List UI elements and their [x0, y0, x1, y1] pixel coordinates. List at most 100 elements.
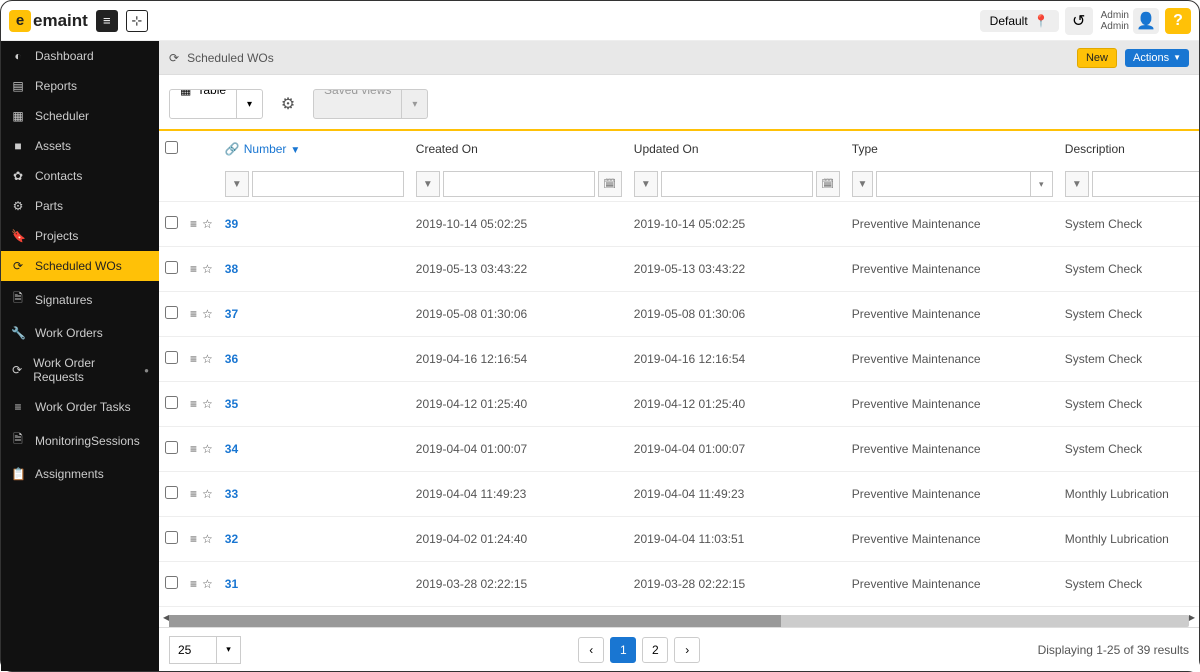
user-menu-button[interactable]: 👤: [1133, 8, 1159, 34]
row-number-link[interactable]: 32: [225, 532, 238, 546]
table-container[interactable]: 🔗Number▼ Created On Updated On Type Desc…: [159, 131, 1199, 615]
list-icon[interactable]: ≡: [190, 352, 197, 366]
menu-icon[interactable]: ≡: [96, 10, 118, 32]
col-number[interactable]: 🔗Number▼: [219, 131, 410, 167]
row-created: 2019-03-28 02:22:15: [410, 562, 628, 607]
saved-views-selector[interactable]: Saved views ▾: [313, 89, 428, 119]
list-icon[interactable]: ≡: [190, 262, 197, 276]
sidebar-item-work-order-requests[interactable]: ⟳Work Order Requests●: [1, 348, 159, 392]
sidebar-item-scheduled-wos[interactable]: ⟳Scheduled WOs: [1, 251, 159, 281]
list-icon[interactable]: ≡: [190, 487, 197, 501]
sidebar-item-assets[interactable]: ■Assets: [1, 131, 159, 161]
row-checkbox[interactable]: [165, 261, 178, 274]
calendar-created-btn[interactable]: 🗓: [598, 171, 622, 197]
row-checkbox[interactable]: [165, 396, 178, 409]
page-size-caret[interactable]: ▾: [216, 637, 240, 663]
filter-desc-btn[interactable]: ▼: [1065, 171, 1089, 197]
list-icon[interactable]: ≡: [190, 577, 197, 591]
row-number-link[interactable]: 31: [225, 577, 238, 591]
list-icon[interactable]: ≡: [190, 307, 197, 321]
sidebar-item-work-order-tasks[interactable]: ≡Work Order Tasks: [1, 392, 159, 422]
row-number-link[interactable]: 33: [225, 487, 238, 501]
sidebar-item-parts[interactable]: ⚙Parts: [1, 191, 159, 221]
view-caret[interactable]: ▾: [236, 90, 262, 118]
filter-desc-input[interactable]: [1092, 171, 1199, 197]
filter-updated-input[interactable]: [661, 171, 813, 197]
sidebar-item-scheduler[interactable]: ▦Scheduler: [1, 101, 159, 131]
row-description: System Check: [1059, 382, 1199, 427]
tree-icon[interactable]: ⊹: [126, 10, 148, 32]
new-button[interactable]: New: [1077, 48, 1117, 68]
row-number-link[interactable]: 37: [225, 307, 238, 321]
col-created[interactable]: Created On: [410, 131, 628, 167]
sidebar-item-assignments[interactable]: 📋Assignments: [1, 459, 159, 489]
filter-number-input[interactable]: [252, 171, 404, 197]
row-checkbox[interactable]: [165, 531, 178, 544]
list-icon[interactable]: ≡: [190, 532, 197, 546]
list-icon[interactable]: ≡: [190, 442, 197, 456]
page-2[interactable]: 2: [642, 637, 668, 663]
page-prev[interactable]: ‹: [578, 637, 604, 663]
sidebar-icon: 📋: [11, 467, 25, 481]
row-number-link[interactable]: 35: [225, 397, 238, 411]
filter-updated-btn[interactable]: ▼: [634, 171, 658, 197]
page-size-value: 25: [170, 637, 216, 663]
page-next[interactable]: ›: [674, 637, 700, 663]
sidebar-item-projects[interactable]: 🔖Projects: [1, 221, 159, 251]
select-all-checkbox[interactable]: [165, 141, 178, 154]
actions-button[interactable]: Actions ▼: [1125, 49, 1189, 67]
row-checkbox[interactable]: [165, 576, 178, 589]
sidebar-item-contacts[interactable]: ✿Contacts: [1, 161, 159, 191]
row-checkbox[interactable]: [165, 351, 178, 364]
filter-created-input[interactable]: [443, 171, 595, 197]
saved-views-caret[interactable]: ▾: [401, 90, 427, 118]
calendar-updated-btn[interactable]: 🗓: [816, 171, 840, 197]
filter-created-btn[interactable]: ▼: [416, 171, 440, 197]
list-icon[interactable]: ≡: [190, 217, 197, 231]
filter-number-btn[interactable]: ▼: [225, 171, 249, 197]
star-icon[interactable]: ☆: [202, 217, 213, 231]
row-checkbox[interactable]: [165, 306, 178, 319]
sidebar-item-reports[interactable]: ▤Reports: [1, 71, 159, 101]
row-number-link[interactable]: 34: [225, 442, 238, 456]
history-button[interactable]: ↺: [1065, 7, 1093, 35]
sidebar-item-signatures[interactable]: 🗎Signatures: [1, 281, 159, 318]
row-checkbox[interactable]: [165, 216, 178, 229]
row-created: 2019-04-02 01:24:40: [410, 517, 628, 562]
page-size-selector[interactable]: 25 ▾: [169, 636, 241, 664]
view-selector[interactable]: ▦Table ▾: [169, 89, 263, 119]
star-icon[interactable]: ☆: [202, 442, 213, 456]
sidebar-item-work-orders[interactable]: 🔧Work Orders: [1, 318, 159, 348]
location-pill[interactable]: Default 📍: [980, 10, 1059, 32]
star-icon[interactable]: ☆: [202, 487, 213, 501]
sort-desc-icon: ▼: [290, 145, 300, 156]
refresh-icon[interactable]: ⟳: [169, 51, 179, 65]
header-row: 🔗Number▼ Created On Updated On Type Desc…: [159, 131, 1199, 167]
star-icon[interactable]: ☆: [202, 352, 213, 366]
sidebar-label: Work Order Tasks: [35, 400, 131, 414]
row-checkbox[interactable]: [165, 441, 178, 454]
star-icon[interactable]: ☆: [202, 397, 213, 411]
filter-type-btn[interactable]: ▼: [852, 171, 873, 197]
filter-type-input[interactable]: [877, 172, 1030, 196]
page-1[interactable]: 1: [610, 637, 636, 663]
col-description[interactable]: Description: [1059, 131, 1199, 167]
row-created: 2019-10-14 05:02:25: [410, 202, 628, 247]
row-number-link[interactable]: 36: [225, 352, 238, 366]
sidebar-item-monitoringsessions[interactable]: 🗎MonitoringSessions: [1, 422, 159, 459]
col-updated[interactable]: Updated On: [628, 131, 846, 167]
row-checkbox[interactable]: [165, 486, 178, 499]
star-icon[interactable]: ☆: [202, 307, 213, 321]
filter-type-caret[interactable]: ▾: [1030, 172, 1052, 196]
star-icon[interactable]: ☆: [202, 577, 213, 591]
col-type[interactable]: Type: [846, 131, 1059, 167]
row-number-link[interactable]: 38: [225, 262, 238, 276]
star-icon[interactable]: ☆: [202, 532, 213, 546]
sidebar-item-dashboard[interactable]: ◐Dashboard: [1, 41, 159, 71]
row-number-link[interactable]: 39: [225, 217, 238, 231]
star-icon[interactable]: ☆: [202, 262, 213, 276]
horizontal-scrollbar[interactable]: [169, 615, 1189, 627]
list-icon[interactable]: ≡: [190, 397, 197, 411]
settings-button[interactable]: ⚙: [273, 89, 303, 119]
help-button[interactable]: ?: [1165, 8, 1191, 34]
